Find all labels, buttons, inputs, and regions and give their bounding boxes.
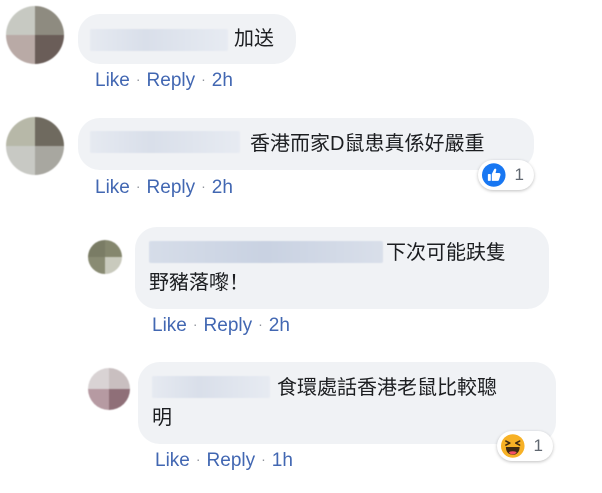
reply-text-line-1: 下次可能趺隻 <box>386 242 506 264</box>
separator: · <box>135 71 141 87</box>
reply-text-line-2: 野豬落嚟！ <box>149 272 249 294</box>
avatar[interactable] <box>6 6 64 64</box>
reply-actions: Like · Reply · 2h <box>152 315 290 337</box>
timestamp-link[interactable]: 2h <box>212 70 233 91</box>
reply-link[interactable]: Reply <box>147 177 196 198</box>
separator: · <box>135 178 141 194</box>
reply-bubble: 下次可能趺隻 野豬落嚟！ <box>135 227 549 309</box>
reaction-summary[interactable]: 1 <box>497 431 553 461</box>
like-link[interactable]: Like <box>95 177 130 198</box>
separator: · <box>201 71 206 87</box>
comment-bubble: 香港而家D鼠患真係好嚴重 <box>78 118 534 170</box>
reply-text-line-2: 明 <box>152 407 172 429</box>
reply-actions: Like · Reply · 1h <box>155 450 293 472</box>
timestamp-link[interactable]: 1h <box>272 450 293 471</box>
redacted-author-name[interactable] <box>149 241 383 263</box>
timestamp-link[interactable]: 2h <box>212 177 233 198</box>
separator: · <box>261 451 266 467</box>
timestamp-link[interactable]: 2h <box>269 315 290 336</box>
reply-link[interactable]: Reply <box>204 315 253 336</box>
reply-text-line-1: 食環處話香港老鼠比較聰 <box>277 377 497 399</box>
haha-icon <box>500 434 525 458</box>
separator: · <box>195 451 201 467</box>
separator: · <box>201 178 206 194</box>
like-link[interactable]: Like <box>152 315 187 336</box>
avatar[interactable] <box>88 240 122 274</box>
reaction-count: 1 <box>514 165 524 184</box>
like-icon <box>481 163 506 187</box>
reply-link[interactable]: Reply <box>147 70 196 91</box>
comment-actions: Like · Reply · 2h <box>95 177 233 199</box>
redacted-author-name[interactable] <box>152 376 270 398</box>
comment-actions: Like · Reply · 2h <box>95 70 233 92</box>
avatar[interactable] <box>6 117 64 175</box>
comment-text: 香港而家D鼠患真係好嚴重 <box>250 133 485 155</box>
reaction-summary[interactable]: 1 <box>478 160 534 190</box>
like-link[interactable]: Like <box>95 70 130 91</box>
redacted-author-name[interactable] <box>90 29 228 51</box>
comment-text: 加送 <box>234 28 274 50</box>
redacted-author-name[interactable] <box>90 131 240 153</box>
avatar[interactable] <box>88 368 130 410</box>
reply-link[interactable]: Reply <box>207 450 256 471</box>
comment-bubble: 加送 <box>78 14 296 64</box>
like-link[interactable]: Like <box>155 450 190 471</box>
separator: · <box>258 316 263 332</box>
separator: · <box>192 316 198 332</box>
reaction-count: 1 <box>533 436 543 455</box>
reply-bubble: 食環處話香港老鼠比較聰 明 <box>138 362 556 444</box>
